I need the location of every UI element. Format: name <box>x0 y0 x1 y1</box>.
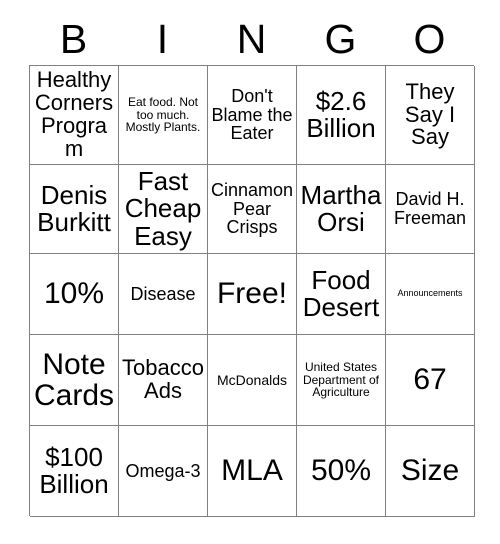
bingo-cell-1-1[interactable]: Healthy Corners Program <box>30 66 119 165</box>
bingo-cell-2-2[interactable]: Fast Cheap Easy <box>119 165 208 254</box>
bingo-cell-label: Martha Orsi <box>300 179 382 237</box>
bingo-cell-3-2[interactable]: Disease <box>119 254 208 335</box>
bingo-cell-5-5[interactable]: Size <box>386 426 475 517</box>
header-letter-g: G <box>324 16 357 62</box>
bingo-cell-4-2[interactable]: Tobacco Ads <box>119 335 208 426</box>
header-letter-i: I <box>156 16 169 62</box>
bingo-cell-3-1[interactable]: 10% <box>30 254 119 335</box>
bingo-header-row: B I N G O <box>29 14 474 65</box>
bingo-cell-1-5[interactable]: They Say I Say <box>386 66 475 165</box>
bingo-cell-label: MLA <box>221 454 283 488</box>
bingo-cell-2-4[interactable]: Martha Orsi <box>297 165 386 254</box>
bingo-cell-1-2[interactable]: Eat food. Not too much. Mostly Plants. <box>119 66 208 165</box>
bingo-cell-3-3[interactable]: Free! <box>208 254 297 335</box>
bingo-cell-label: 10% <box>43 277 105 311</box>
bingo-cell-3-4[interactable]: Food Desert <box>297 254 386 335</box>
bingo-cell-label: $100 Billion <box>39 441 109 499</box>
bingo-cell-5-4[interactable]: 50% <box>297 426 386 517</box>
bingo-cell-label: $2.6 Billion <box>306 85 376 143</box>
bingo-cell-4-3[interactable]: McDonalds <box>208 335 297 426</box>
bingo-cell-2-5[interactable]: David H. Freeman <box>386 165 475 254</box>
bingo-cell-label: Tobacco Ads <box>122 355 204 403</box>
header-letter-n: N <box>236 16 267 62</box>
bingo-cell-1-3[interactable]: Don't Blame the Eater <box>208 66 297 165</box>
bingo-cell-3-5[interactable]: Announcements <box>386 254 475 335</box>
bingo-cell-5-2[interactable]: Omega-3 <box>119 426 208 517</box>
bingo-cell-5-3[interactable]: MLA <box>208 426 297 517</box>
bingo-cell-label: Eat food. Not too much. Mostly Plants. <box>125 95 201 135</box>
bingo-cell-2-3[interactable]: Cinnamon Pear Crisps <box>208 165 297 254</box>
bingo-cell-4-1[interactable]: Note Cards <box>30 335 119 426</box>
bingo-cell-label: United States Department of Agriculture <box>302 360 380 400</box>
bingo-cell-label: Denis Burkitt <box>37 179 111 237</box>
bingo-cell-label: Announcements <box>397 288 463 299</box>
bingo-card: B I N G O Healthy Corners Program Eat foo… <box>0 0 500 544</box>
bingo-cell-4-4[interactable]: United States Department of Agriculture <box>297 335 386 426</box>
bingo-cell-label: Cinnamon Pear Crisps <box>210 179 294 238</box>
bingo-cell-label: Size <box>400 454 460 488</box>
bingo-cell-label: Free! <box>216 277 288 311</box>
bingo-cell-2-1[interactable]: Denis Burkitt <box>30 165 119 254</box>
bingo-cell-label: David H. Freeman <box>393 189 467 228</box>
bingo-cell-label: McDonalds <box>216 371 288 388</box>
bingo-cell-label: They Say I Say <box>404 78 456 150</box>
bingo-cell-label: 50% <box>310 454 372 488</box>
bingo-cell-label: Note Cards <box>33 347 115 412</box>
bingo-cell-label: Fast Cheap Easy <box>124 166 202 251</box>
bingo-cell-4-5[interactable]: 67 <box>386 335 475 426</box>
bingo-cell-5-1[interactable]: $100 Billion <box>30 426 119 517</box>
bingo-cell-1-4[interactable]: $2.6 Billion <box>297 66 386 165</box>
bingo-cell-label: Don't Blame the Eater <box>211 85 293 144</box>
header-letter-o: O <box>413 16 446 62</box>
header-letter-b: B <box>59 16 88 62</box>
bingo-cell-label: Disease <box>130 283 196 304</box>
bingo-cell-label: Healthy Corners Program <box>34 67 114 161</box>
bingo-cell-label: Omega-3 <box>125 460 201 481</box>
bingo-cell-label: Food Desert <box>302 264 380 322</box>
bingo-grid: Healthy Corners Program Eat food. Not too… <box>29 65 475 517</box>
bingo-cell-label: 67 <box>413 363 447 397</box>
